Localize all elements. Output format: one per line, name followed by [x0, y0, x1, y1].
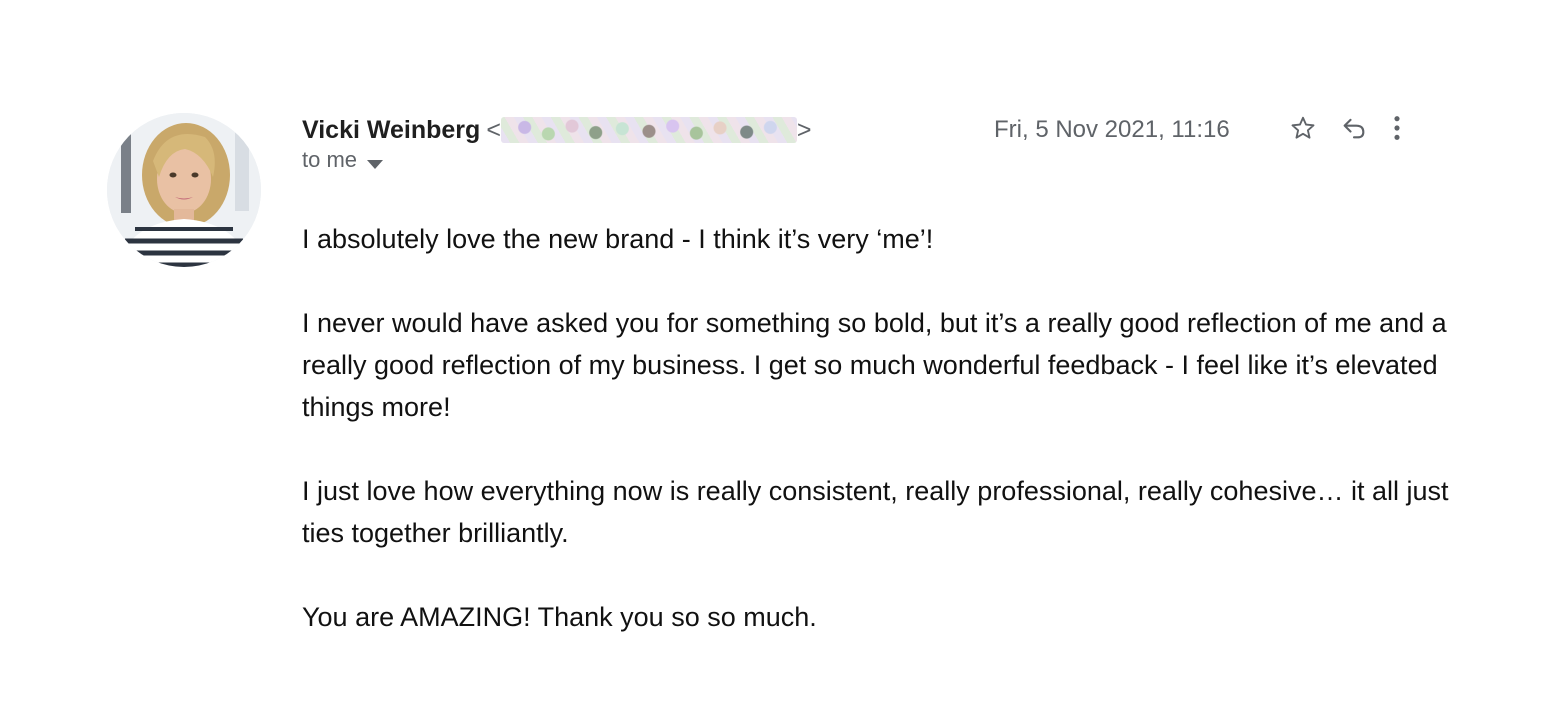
redacted-email-address	[500, 117, 797, 143]
sender-name[interactable]: Vicki Weinberg	[302, 116, 480, 144]
more-options-button[interactable]	[1382, 113, 1412, 143]
email-close-bracket: >	[796, 116, 812, 144]
message-date: Fri, 5 Nov 2021, 11:16	[994, 116, 1230, 143]
sender-email[interactable]: < >	[486, 116, 811, 144]
more-vertical-icon	[1394, 116, 1400, 140]
body-paragraph: I never would have asked you for somethi…	[302, 308, 1447, 422]
body-paragraph: You are AMAZING! Thank you so so much.	[302, 602, 817, 632]
recipient-label: to me	[302, 147, 358, 172]
reply-icon	[1343, 118, 1365, 139]
reply-button[interactable]	[1339, 113, 1369, 143]
chevron-down-icon[interactable]	[367, 160, 384, 169]
email-open-bracket: <	[486, 116, 501, 144]
avatar[interactable]	[107, 113, 261, 267]
star-button[interactable]	[1288, 113, 1318, 143]
body-paragraph: I just love how everything now is really…	[302, 476, 1449, 548]
star-icon	[1291, 116, 1315, 139]
body-paragraph: I absolutely love the new brand - I thin…	[302, 224, 934, 254]
recipient-details[interactable]: to me	[302, 147, 384, 173]
message-body: I absolutely love the new brand - I thin…	[302, 218, 1482, 680]
message-header: Vicki Weinberg < > to me Fri, 5 Nov 2021, …	[302, 113, 1422, 183]
sender-line: Vicki Weinberg < >	[302, 115, 812, 145]
